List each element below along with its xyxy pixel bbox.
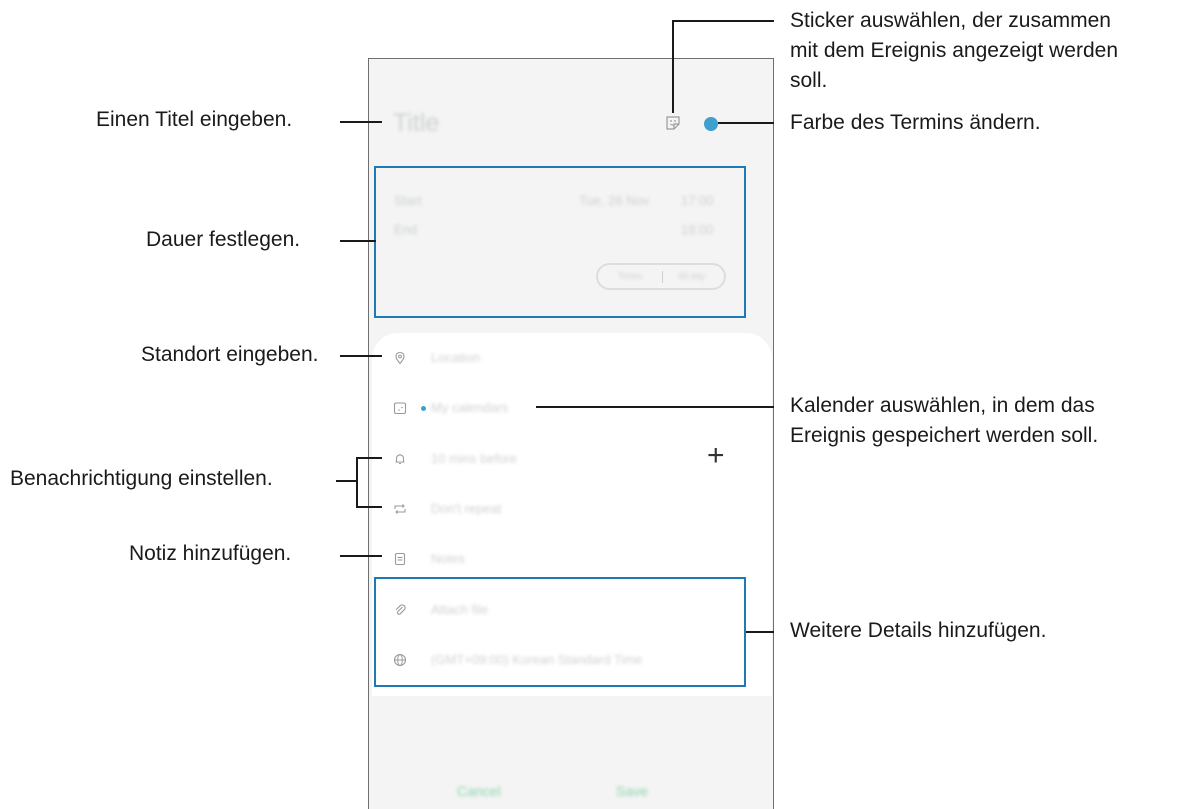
annotation-notes: Notiz hinzufügen. [129,542,292,565]
notes-icon [394,552,406,566]
leader-location [340,355,382,357]
leader-notification-bracket [356,457,358,508]
leader-notification [336,480,357,482]
annotation-calendar-line2: Ereignis gespeichert werden soll. [790,424,1099,447]
annotation-notification: Benachrichtigung einstellen. [10,467,273,490]
calendar-icon [393,402,407,415]
repeat-icon [394,504,406,514]
annotation-details: Weitere Details hinzufügen. [790,619,1047,642]
location-field[interactable]: Location [431,350,480,365]
notes-field[interactable]: Notes [431,551,465,566]
leader-color [718,122,774,124]
location-pin-icon [395,351,405,365]
annotation-location: Standort eingeben. [141,343,319,366]
annotation-color: Farbe des Termins ändern. [790,111,1041,134]
calendar-color-dot [421,406,426,411]
leader-notification-top [356,457,382,459]
leader-title [340,121,382,123]
annotation-duration: Dauer festlegen. [146,228,301,251]
annotation-sticker-line2: mit dem Ereignis angezeigt werden [790,39,1119,62]
details-highlight-box [374,577,746,687]
leader-calendar [536,406,774,408]
bell-icon [395,454,405,465]
repeat-field[interactable]: Don't repeat [431,501,501,516]
leader-details [746,631,774,633]
save-button[interactable]: Save [616,783,648,799]
calendar-field[interactable]: My calendars [431,400,508,415]
duration-highlight-box [374,166,746,318]
event-color-button[interactable] [704,117,718,131]
leader-notification-bottom [356,506,382,508]
annotation-calendar-line1: Kalender auswählen, in dem das [790,394,1095,417]
leader-notes [340,555,382,557]
leader-sticker-horizontal [672,20,774,22]
cancel-button[interactable]: Cancel [457,783,501,799]
title-input[interactable]: Title [393,109,439,138]
annotation-title: Einen Titel eingeben. [96,108,293,131]
leader-duration [340,240,376,242]
annotation-sticker-line3: soll. [790,69,828,92]
add-notification-button[interactable]: + [707,439,725,473]
leader-sticker-vertical [672,20,674,113]
sticker-icon[interactable] [665,115,681,131]
notification-field[interactable]: 10 mins before [431,451,517,466]
annotation-sticker-line1: Sticker auswählen, der zusammen [790,9,1111,32]
